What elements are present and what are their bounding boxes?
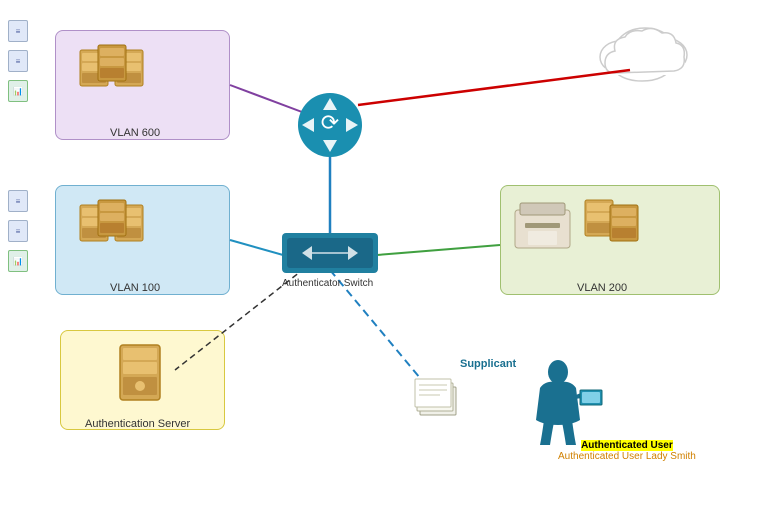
vlan600-servers (80, 45, 143, 86)
switch-supplicant-dashed (330, 270, 430, 390)
svg-text:⟳: ⟳ (321, 110, 339, 135)
vlan100-switch-line (230, 240, 283, 255)
switch-authserver-dashed (175, 268, 305, 370)
user-name: Authenticated User Lady Smith (558, 451, 696, 462)
auth-server-icon (120, 345, 160, 400)
network-diagram: ≡ ≡ 📊 ≡ ≡ 📊 VLAN 600 VLAN 100 VLAN 200 A… (0, 0, 768, 511)
vlan200-devices (515, 200, 638, 248)
authenticated-user-icon (536, 360, 602, 445)
router-icon: ⟳ (298, 93, 362, 157)
authenticator-switch-icon (282, 233, 378, 273)
supplicant-stack-icon (415, 379, 456, 415)
switch-vlan200-line (377, 245, 500, 255)
vlan100-servers (80, 200, 143, 241)
connections-svg: ⟳ (0, 0, 768, 511)
authenticated-user-label: Authenticated User Authenticated User La… (558, 440, 696, 462)
router-cloud-line (358, 70, 630, 105)
vlan600-router-line (230, 85, 310, 115)
authenticated-user-highlight: Authenticated User (581, 440, 673, 451)
